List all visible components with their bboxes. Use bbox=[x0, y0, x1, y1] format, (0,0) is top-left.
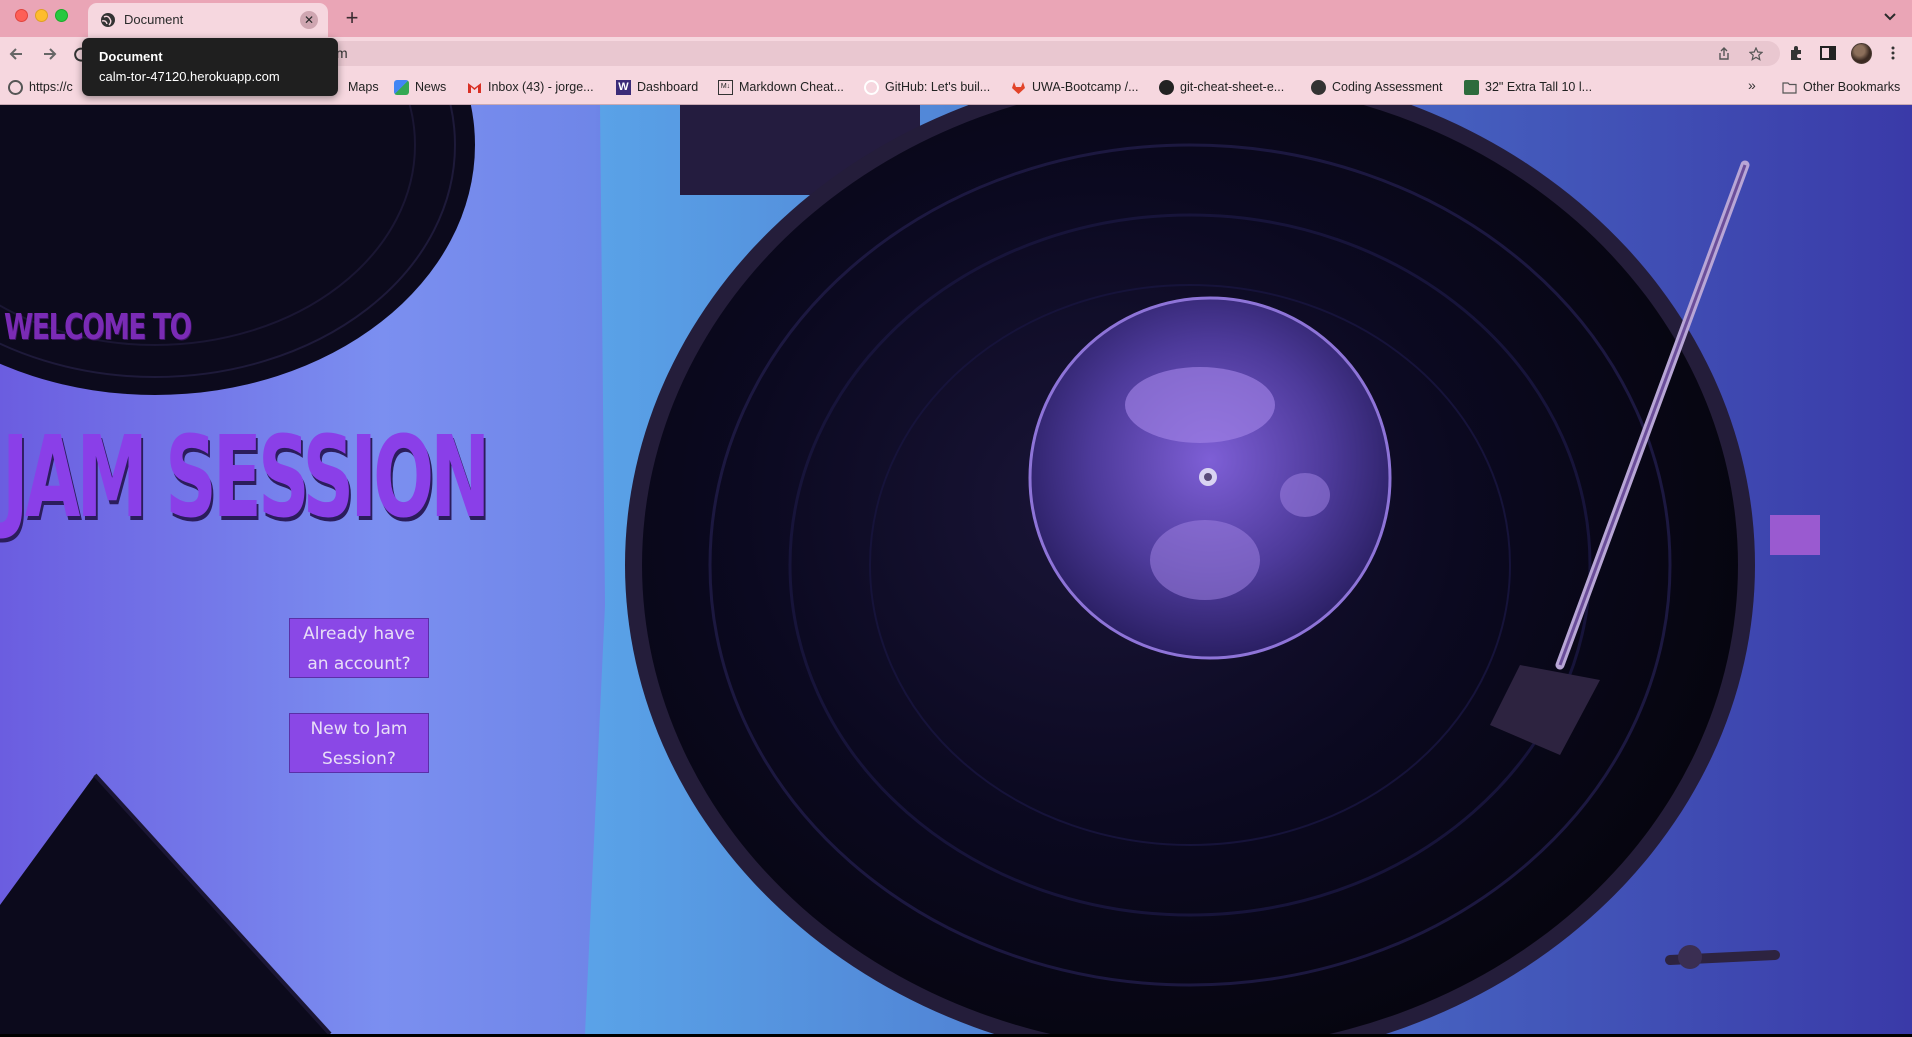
address-bar[interactable]: m bbox=[100, 41, 1780, 66]
shop-icon bbox=[1464, 79, 1479, 95]
bookmark-label: Coding Assessment bbox=[1332, 80, 1443, 94]
bookmark-label: Inbox (43) - jorge... bbox=[488, 80, 594, 94]
bookmark-item[interactable]: GitHub: Let's buil... bbox=[864, 78, 990, 96]
github-icon bbox=[1159, 79, 1174, 95]
globe-icon bbox=[101, 13, 115, 27]
new-tab-button[interactable]: + bbox=[340, 6, 364, 30]
bookmark-label: Markdown Cheat... bbox=[739, 80, 844, 94]
forward-arrow-icon[interactable] bbox=[38, 43, 60, 65]
login-button[interactable]: Already have an account? bbox=[289, 618, 429, 678]
bookmark-item[interactable]: git-cheat-sheet-e... bbox=[1159, 78, 1284, 96]
gitlab-icon bbox=[1012, 81, 1025, 94]
bookmark-label: Maps bbox=[348, 80, 379, 94]
kebab-menu-icon[interactable] bbox=[1884, 44, 1902, 62]
signup-button[interactable]: New to Jam Session? bbox=[289, 713, 429, 773]
tab-close-icon[interactable]: ✕ bbox=[300, 11, 318, 29]
bookmark-item[interactable]: W Dashboard bbox=[616, 78, 698, 96]
folder-icon bbox=[1782, 81, 1797, 94]
tooltip-title: Document bbox=[99, 49, 163, 64]
bookmark-star-icon[interactable] bbox=[1749, 47, 1763, 61]
tab-document[interactable]: Document ✕ bbox=[88, 3, 328, 37]
uw-icon: W bbox=[616, 79, 631, 95]
gmail-icon bbox=[468, 82, 481, 93]
tab-strip: Document ✕ + bbox=[0, 0, 1912, 37]
bookmark-item[interactable]: Coding Assessment bbox=[1311, 78, 1442, 96]
bookmarks-overflow-button[interactable]: » bbox=[1748, 77, 1756, 93]
bookmark-item[interactable]: 32" Extra Tall 10 l... bbox=[1464, 78, 1592, 96]
other-bookmarks-folder[interactable]: Other Bookmarks bbox=[1782, 78, 1900, 96]
bookmark-label: 32" Extra Tall 10 l... bbox=[1485, 80, 1593, 94]
extensions-icon[interactable] bbox=[1787, 44, 1805, 62]
share-icon[interactable] bbox=[1717, 47, 1731, 61]
window-minimize-button[interactable] bbox=[35, 9, 48, 22]
bookmark-label: git-cheat-sheet-e... bbox=[1180, 80, 1285, 94]
bookmark-item[interactable]: https://c bbox=[8, 78, 73, 96]
markdown-icon: M↓ bbox=[718, 79, 733, 95]
bookmark-label: https://c bbox=[29, 80, 73, 94]
turntable-background-image bbox=[0, 105, 1912, 1034]
bookmark-item[interactable]: Inbox (43) - jorge... bbox=[467, 78, 594, 96]
page-viewport: WELCOME TO JAM SESSION Already have an a… bbox=[0, 105, 1912, 1034]
github-icon bbox=[864, 79, 879, 95]
bookmark-label: Dashboard bbox=[637, 80, 699, 94]
back-arrow-icon[interactable] bbox=[6, 43, 28, 65]
window-maximize-button[interactable] bbox=[55, 9, 68, 22]
news-icon bbox=[394, 79, 409, 95]
window-close-button[interactable] bbox=[15, 9, 28, 22]
tooltip-url: calm-tor-47120.herokuapp.com bbox=[99, 69, 280, 84]
bookmark-item[interactable]: News bbox=[394, 78, 446, 96]
tab-hover-tooltip: Document calm-tor-47120.herokuapp.com bbox=[82, 38, 338, 96]
profile-avatar[interactable] bbox=[1851, 43, 1872, 64]
openai-icon bbox=[8, 79, 23, 95]
bookmark-item[interactable]: Maps bbox=[348, 78, 379, 96]
page-title: JAM SESSION bbox=[2, 413, 490, 543]
bookmark-label: GitHub: Let's buil... bbox=[885, 80, 991, 94]
globe-icon bbox=[1311, 79, 1326, 95]
bookmark-item[interactable]: M↓ Markdown Cheat... bbox=[718, 78, 844, 96]
bookmark-label: UWA-Bootcamp /... bbox=[1032, 80, 1139, 94]
tab-title: Document bbox=[124, 12, 184, 27]
bookmark-label: News bbox=[415, 80, 447, 94]
bookmark-label: Other Bookmarks bbox=[1803, 80, 1901, 94]
side-panel-icon[interactable] bbox=[1819, 44, 1837, 62]
welcome-heading: WELCOME TO bbox=[4, 307, 192, 348]
bookmark-item[interactable]: UWA-Bootcamp /... bbox=[1011, 78, 1139, 96]
chevron-down-icon[interactable] bbox=[1880, 6, 1900, 26]
